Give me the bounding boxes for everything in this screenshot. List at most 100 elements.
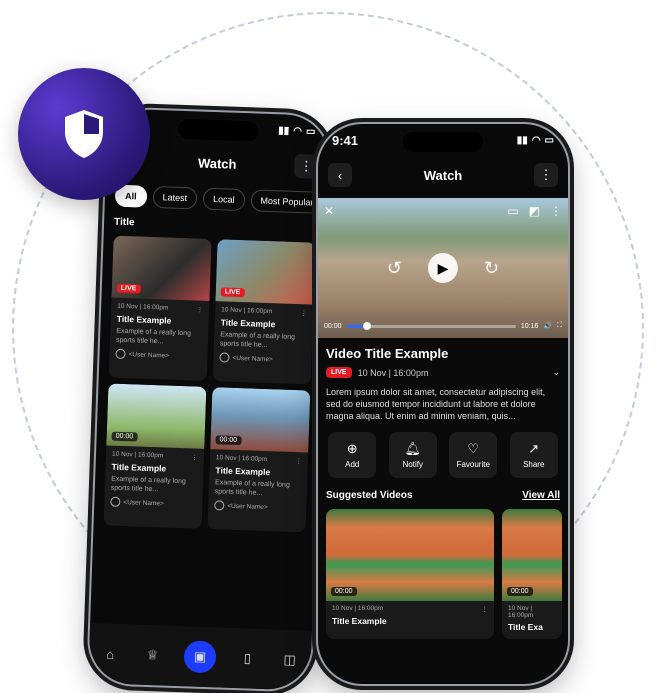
video-title: Title Example <box>116 313 172 326</box>
clips-icon[interactable]: ▯ <box>236 647 259 670</box>
video-card[interactable]: 00:00 10 Nov | 16:00pm ⋮ Title Example Ex… <box>207 387 311 533</box>
video-date: 10 Nov | 16:00pm <box>332 605 384 612</box>
live-badge: LIVE <box>116 283 141 294</box>
user-avatar-icon <box>214 500 225 511</box>
video-date: 10 Nov | 16:00pm <box>508 605 534 619</box>
notch <box>178 118 259 142</box>
more-icon[interactable]: ⋮ <box>295 457 302 465</box>
suggested-card[interactable]: 00:00 10 Nov | 16:00pm Title Exa <box>502 509 562 639</box>
suggested-title: Suggested Videos <box>326 490 413 501</box>
chip-local[interactable]: Local <box>202 187 245 212</box>
video-card[interactable]: 00:00 10 Nov | 16:00pm ⋮ Title Example Ex… <box>103 383 207 529</box>
page-title: Watch <box>423 167 463 183</box>
user-avatar-icon <box>219 352 230 363</box>
video-date: 10 Nov | 16:00pm <box>215 454 268 464</box>
user-name: <User Name> <box>128 350 170 360</box>
signal-icon: ▮▮ <box>516 134 528 146</box>
more-icon[interactable]: ⋮ <box>196 306 203 314</box>
cast-icon[interactable]: ◩ <box>529 204 540 218</box>
video-title: Title Example <box>215 465 271 478</box>
trophy-icon[interactable]: ♕ <box>141 644 164 667</box>
notify-button[interactable]: 🔔︎ Notify <box>388 432 437 478</box>
video-description: Example of a really long sports title he… <box>214 479 290 497</box>
video-description: Lorem ipsum dolor sit amet, consectetur … <box>326 387 546 421</box>
duration-badge: 00:00 <box>111 431 138 442</box>
bottom-nav: ⌂ ♕ ▣ ▯ ◫ <box>88 622 312 691</box>
user-avatar-icon <box>115 348 126 360</box>
video-thumbnail: LIVE <box>111 235 212 301</box>
back-icon[interactable]: ‹ <box>328 163 352 187</box>
user-name: <User Name> <box>227 502 268 511</box>
home-icon[interactable]: ⌂ <box>99 642 122 665</box>
video-description: Example of a really long sports title he… <box>110 475 186 494</box>
video-thumbnail: 00:00 <box>326 509 494 601</box>
duration-badge: 00:00 <box>507 587 533 596</box>
heart-icon: ♡ <box>467 441 480 456</box>
live-badge: LIVE <box>220 287 245 298</box>
volume-icon[interactable]: 🔊 <box>543 322 552 330</box>
more-icon[interactable]: ⋮ <box>300 309 307 317</box>
tv-icon[interactable]: ▭ <box>507 204 518 218</box>
more-icon[interactable]: ⋮ <box>293 153 319 179</box>
status-time: 9:41 <box>332 132 359 148</box>
seek-handle[interactable] <box>362 321 371 330</box>
share-button[interactable]: ↗ Share <box>509 432 558 478</box>
view-all-link[interactable]: View All <box>522 490 560 501</box>
forward-icon[interactable]: ↻ <box>484 258 499 279</box>
total-time: 10:16 <box>520 322 539 330</box>
suggested-header: Suggested Videos View All <box>318 484 568 507</box>
more-icon[interactable]: ⋮ <box>191 453 198 461</box>
watch-icon[interactable]: ▣ <box>183 640 217 674</box>
signal-icon: ▮▮ <box>278 124 290 137</box>
video-card[interactable]: LIVE 10 Nov | 16:00pm ⋮ Title Example Exa… <box>108 235 212 381</box>
shield-icon <box>65 110 103 158</box>
play-icon[interactable]: ▶ <box>428 253 458 283</box>
favourite-button[interactable]: ♡ Favourite <box>449 432 498 478</box>
video-player[interactable]: ✕ ▭ ◩ ⋮ ↺ ▶ ↻ 00:00 10:16 🔊 ⛶ <box>318 198 568 338</box>
video-date: 10 Nov | 16:00pm <box>117 302 169 312</box>
video-title: Title Example <box>332 616 387 626</box>
more-icon[interactable]: ⋮ <box>482 605 489 613</box>
more-icon[interactable]: ⋮ <box>534 163 558 187</box>
battery-icon: ▭ <box>305 125 316 138</box>
suggested-row: 00:00 10 Nov | 16:00pm ⋮ Title Example 00… <box>318 507 568 641</box>
video-grid: LIVE 10 Nov | 16:00pm ⋮ Title Example Exa… <box>93 231 325 537</box>
video-date: 10 Nov | 16:00pm <box>357 367 429 378</box>
live-badge: LIVE <box>326 367 352 378</box>
security-badge <box>18 68 150 200</box>
video-date: 10 Nov | 16:00pm <box>111 450 164 460</box>
fullscreen-icon[interactable]: ⛶ <box>557 322 562 330</box>
user-name: <User Name> <box>123 498 164 507</box>
video-card[interactable]: LIVE 10 Nov | 16:00pm ⋮ Title Example Exa… <box>212 239 316 385</box>
chip-latest[interactable]: Latest <box>152 185 198 210</box>
more-icon[interactable]: ⋮ <box>550 204 562 218</box>
video-thumbnail: 00:00 <box>502 509 562 601</box>
action-buttons: ⊕ Add 🔔︎ Notify ♡ Favourite ↗ Share <box>318 426 568 484</box>
video-title: Title Example <box>220 317 276 330</box>
suggested-card[interactable]: 00:00 10 Nov | 16:00pm ⋮ Title Example <box>326 509 494 639</box>
duration-badge: 00:00 <box>215 435 242 446</box>
seek-bar[interactable] <box>346 321 516 330</box>
rewind-icon[interactable]: ↺ <box>387 258 402 279</box>
video-thumbnail: LIVE <box>215 239 316 305</box>
video-title: Video Title Example <box>326 346 449 361</box>
chevron-down-icon[interactable]: ⌄ <box>552 367 560 378</box>
video-description: Example of a really long sports title he… <box>115 327 192 346</box>
video-title: Title Example <box>111 461 167 474</box>
video-thumbnail: 00:00 <box>106 383 207 449</box>
video-description: Example of a really long sports title he… <box>219 331 296 350</box>
user-name: <User Name> <box>232 354 274 363</box>
plus-circle-icon: ⊕ <box>346 441 358 456</box>
share-icon: ↗ <box>528 441 540 456</box>
current-time: 00:00 <box>324 322 342 330</box>
profile-icon[interactable]: ◫ <box>278 649 301 672</box>
phone-left: ▮▮◠▭ ☰ Watch ⋮ All Latest Local Most Pop… <box>88 108 330 691</box>
chip-most-popular[interactable]: Most Popular <box>250 189 324 214</box>
duration-badge: 00:00 <box>331 587 357 596</box>
add-button[interactable]: ⊕ Add <box>328 432 377 478</box>
phone-right: 9:41 ▮▮ ◠ ▭ ‹ Watch ⋮ ✕ ▭ ◩ ⋮ ↺ ▶ ↻ 00:00 10… <box>318 124 568 684</box>
close-icon[interactable]: ✕ <box>324 204 334 218</box>
page-title: Watch <box>197 154 237 172</box>
user-avatar-icon <box>110 496 121 507</box>
video-title: Title Exa <box>508 622 543 632</box>
